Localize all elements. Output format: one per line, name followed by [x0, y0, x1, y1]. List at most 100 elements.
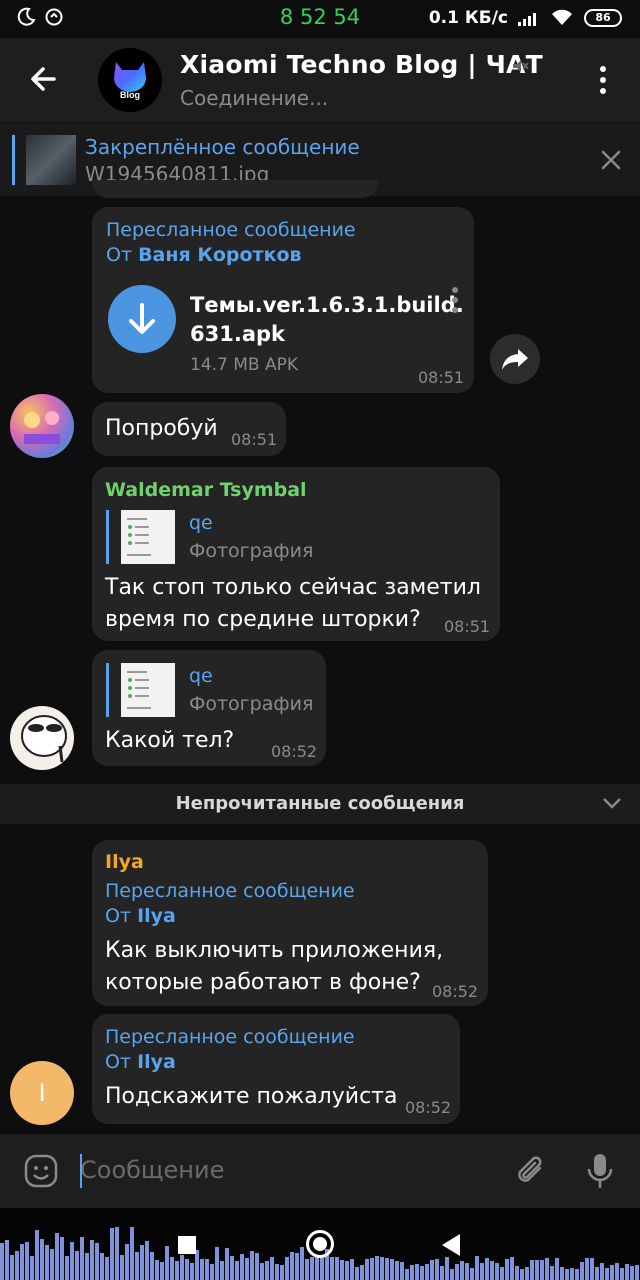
share-button[interactable] — [490, 334, 540, 384]
chat-status: Соединение... — [180, 86, 329, 110]
visualizer-bar — [35, 1230, 39, 1280]
forward-author[interactable]: Ilya — [137, 905, 176, 927]
visualizer-bar — [305, 1259, 309, 1280]
visualizer-bar — [335, 1257, 339, 1280]
visualizer-bar — [60, 1237, 64, 1280]
visualizer-bar — [320, 1257, 324, 1280]
message-forwarded-text[interactable]: Ilya Пересланное сообщение От Ilya Как в… — [92, 840, 488, 1006]
message-forwarded-text[interactable]: Пересланное сообщение От Ilya Подскажите… — [92, 1014, 460, 1124]
visualizer-bar — [355, 1267, 359, 1280]
forward-author[interactable]: Ilya — [137, 1051, 176, 1073]
visualizer-bar — [175, 1261, 179, 1280]
forward-label: Пересланное сообщение — [106, 219, 356, 241]
pinned-title: Закреплённое сообщение — [85, 135, 360, 159]
screenshot-thumb-icon — [127, 518, 151, 556]
visualizer-bar — [100, 1253, 104, 1280]
message-text[interactable]: Попробуй 08:51 — [92, 402, 286, 456]
visualizer-bar — [515, 1266, 519, 1280]
visualizer-bar — [560, 1267, 564, 1280]
visualizer-bar — [15, 1251, 19, 1280]
message-time: 08:51 — [231, 430, 278, 449]
visualizer-bar — [595, 1267, 599, 1280]
previous-message-edge — [92, 180, 378, 198]
message-forwarded-file[interactable]: Пересланное сообщение От Ваня Коротков Т… — [92, 207, 474, 393]
chat-avatar[interactable]: Blog — [98, 48, 162, 112]
user-avatar-1[interactable] — [10, 394, 74, 458]
visualizer-bar — [445, 1257, 449, 1280]
back-icon[interactable] — [442, 1234, 460, 1256]
sender-name[interactable]: Ilya — [105, 851, 144, 873]
wifi-icon — [552, 9, 572, 25]
home-icon[interactable] — [306, 1230, 334, 1258]
visualizer-bar — [25, 1242, 29, 1280]
visualizer-bar — [110, 1228, 114, 1280]
message-input-bar: Сообщение — [0, 1134, 640, 1208]
pinned-accent-bar — [12, 135, 15, 185]
visualizer-bar — [460, 1261, 464, 1280]
download-button[interactable] — [108, 285, 176, 353]
message-reply[interactable]: qe Фотография Какой тел? 08:52 — [92, 650, 326, 766]
avatar-label: Blog — [120, 90, 140, 100]
visualizer-bar — [565, 1269, 569, 1280]
visualizer-bar — [30, 1256, 34, 1280]
microphone-icon[interactable] — [586, 1152, 614, 1190]
recents-icon[interactable] — [178, 1236, 196, 1254]
visualizer-bar — [520, 1269, 524, 1280]
message-time: 08:52 — [405, 1098, 452, 1117]
visualizer-bar — [295, 1253, 299, 1280]
forward-author[interactable]: Ваня Коротков — [138, 244, 301, 266]
visualizer-bar — [430, 1260, 434, 1280]
visualizer-bar — [475, 1256, 479, 1280]
user-avatar-3[interactable]: I — [10, 1061, 74, 1125]
back-arrow-icon[interactable] — [28, 64, 58, 94]
visualizer-bar — [135, 1252, 139, 1280]
visualizer-bar — [310, 1257, 314, 1280]
unread-label: Непрочитанные сообщения — [175, 793, 465, 814]
visualizer-bar — [255, 1253, 259, 1280]
chevron-down-icon[interactable] — [602, 796, 622, 810]
visualizer-bar — [605, 1268, 609, 1280]
visualizer-bar — [130, 1227, 134, 1280]
more-menu-icon[interactable] — [596, 66, 610, 96]
emoji-icon[interactable] — [24, 1154, 58, 1188]
forward-from: От Ilya — [105, 905, 176, 927]
visualizer-bar — [90, 1240, 94, 1280]
visualizer-bar — [145, 1241, 149, 1280]
net-speed: 0.1 КБ/с — [428, 8, 508, 28]
visualizer-bar — [225, 1248, 229, 1280]
visualizer-bar — [235, 1261, 239, 1280]
visualizer-bar — [150, 1252, 154, 1280]
message-body: Так стоп только сейчас заметил время по … — [105, 575, 481, 632]
visualizer-bar — [500, 1267, 504, 1280]
reply-accent-bar — [106, 510, 109, 564]
message-time: 08:52 — [271, 742, 318, 761]
visualizer-bar — [250, 1251, 254, 1280]
share-arrow-icon — [502, 349, 528, 370]
chat-header: Blog Xiaomi Techno Blog | ЧАТ Соединение… — [0, 38, 640, 122]
forward-from: От Ваня Коротков — [106, 244, 302, 266]
visualizer-bar — [380, 1257, 384, 1280]
message-input[interactable]: Сообщение — [80, 1156, 224, 1184]
attach-icon[interactable] — [514, 1152, 546, 1188]
visualizer-bar — [420, 1266, 424, 1280]
user-avatar-2[interactable] — [10, 706, 74, 770]
visualizer-bar — [210, 1264, 214, 1280]
message-body: Как выключить приложения, которые работа… — [105, 938, 444, 995]
avatar-art-icon — [24, 411, 60, 444]
sender-name[interactable]: Waldemar Tsymbal — [105, 479, 307, 501]
visualizer-bar — [585, 1258, 589, 1280]
visualizer-bar — [540, 1260, 544, 1280]
close-icon[interactable] — [600, 149, 622, 171]
visualizer-bar — [140, 1245, 144, 1280]
message-reply[interactable]: Waldemar Tsymbal qe Фотография Так стоп … — [92, 467, 500, 641]
forward-label: Пересланное сообщение — [105, 880, 355, 902]
file-more-icon[interactable] — [452, 287, 458, 313]
chat-title[interactable]: Xiaomi Techno Blog | ЧАТ — [180, 50, 543, 79]
visualizer-bar — [230, 1256, 234, 1280]
visualizer-bar — [435, 1259, 439, 1280]
visualizer-bar — [5, 1240, 9, 1280]
screenshot-thumb-icon — [127, 671, 151, 709]
visualizer-bar — [55, 1233, 59, 1280]
visualizer-bar — [185, 1259, 189, 1280]
reply-name: qe — [189, 665, 213, 687]
